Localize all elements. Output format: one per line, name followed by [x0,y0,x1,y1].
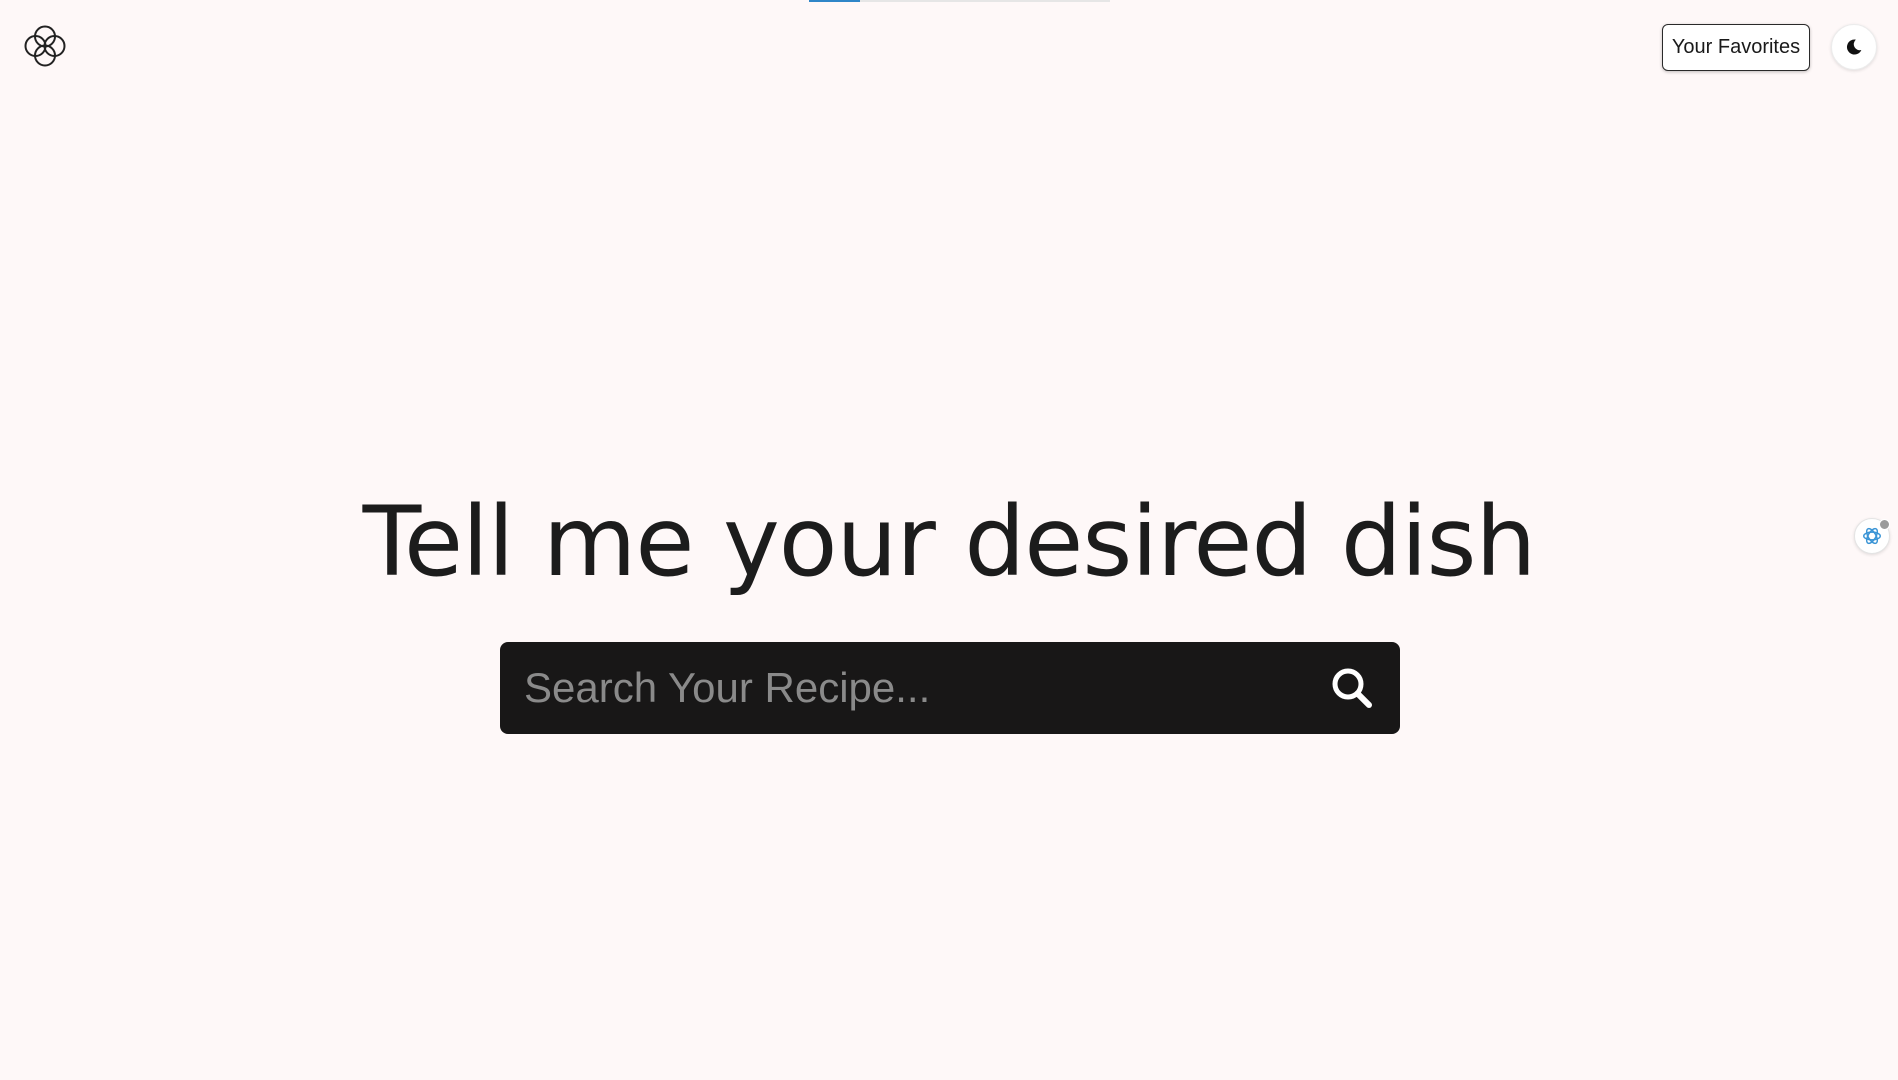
notification-badge [1879,519,1890,530]
flower-logo-icon [24,25,66,67]
search-icon [1332,668,1372,708]
page-loading-bar [809,0,1110,2]
theme-toggle-button[interactable] [1831,24,1877,70]
moon-icon [1846,39,1862,55]
favorites-button-label: Your Favorites [1671,36,1801,58]
site-logo[interactable] [21,22,69,70]
search-button[interactable] [1328,664,1376,712]
loading-bar-fill [809,0,861,2]
recipe-search-bar [500,641,1400,735]
assistant-widget-button[interactable] [1854,518,1890,554]
your-favorites-button[interactable]: Your Favorites [1662,24,1810,71]
recipe-search-input[interactable] [522,641,1328,735]
page-headline: Tell me your desired dish [362,486,1537,598]
